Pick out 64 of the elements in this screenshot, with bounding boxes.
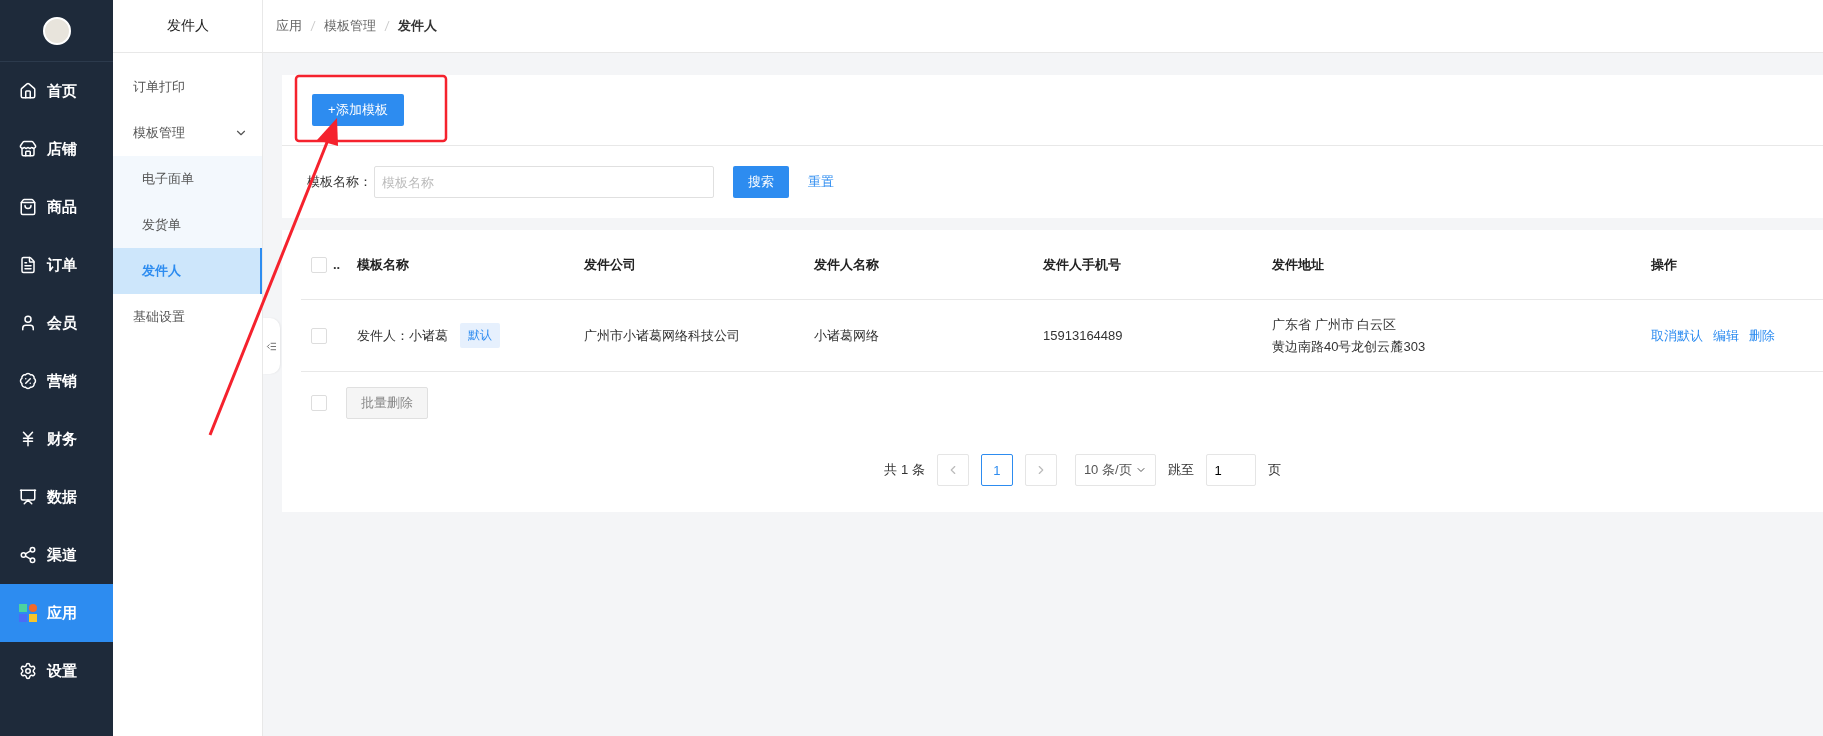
submenu-title: 发件人 xyxy=(113,0,262,53)
action-link[interactable]: 删除 xyxy=(1749,326,1775,345)
column-header: 发件人手机号 xyxy=(1043,255,1122,274)
settings-icon xyxy=(19,662,37,680)
action-link[interactable]: 取消默认 xyxy=(1651,326,1703,345)
next-page-button[interactable] xyxy=(1024,454,1057,486)
share-icon xyxy=(19,546,37,564)
home-icon xyxy=(19,82,37,100)
table-cell-text: 15913164489 xyxy=(1043,328,1124,343)
row-checkbox[interactable] xyxy=(311,327,327,344)
nav-item[interactable]: 首页 xyxy=(0,62,113,120)
submenu-item[interactable]: 订单打印 xyxy=(113,64,262,110)
store-icon xyxy=(19,140,37,158)
column-header: 操作 xyxy=(1651,255,1678,274)
batch-checkbox[interactable] xyxy=(311,395,327,411)
total-count: 共 1 条 xyxy=(884,461,925,479)
breadcrumb-item[interactable]: 应用 xyxy=(276,17,302,35)
truncated-label: .. xyxy=(333,257,341,272)
user-icon xyxy=(19,314,37,332)
batch-delete-button[interactable]: 批量删除 xyxy=(346,387,428,419)
address-line: 广东省 广州市 白云区 xyxy=(1272,315,1398,334)
template-name-input[interactable]: 模板名称 xyxy=(374,166,714,198)
nav-item[interactable]: 财务 xyxy=(0,410,113,468)
discount-icon xyxy=(19,372,37,390)
column-header: 发件公司 xyxy=(584,255,637,274)
collapse-icon xyxy=(266,340,277,352)
select-all-checkbox[interactable] xyxy=(311,256,327,273)
nav-item[interactable]: 店铺 xyxy=(0,120,113,178)
submenu-item[interactable]: 基础设置 xyxy=(113,294,262,340)
address-line: 黄边南路40号龙创云麓303 xyxy=(1272,337,1427,356)
column-header: 发件人名称 xyxy=(814,255,880,274)
page-unit: 页 xyxy=(1267,461,1281,479)
nav-item[interactable]: 会员 xyxy=(0,294,113,352)
breadcrumb-item[interactable]: 模板管理 xyxy=(324,17,376,35)
column-header: 发件地址 xyxy=(1272,255,1325,274)
breadcrumb-separator-icon xyxy=(384,20,390,32)
jump-input[interactable]: 1 xyxy=(1205,454,1256,486)
reset-link[interactable]: 重置 xyxy=(808,173,834,191)
bag-icon xyxy=(19,198,37,216)
jump-label: 跳至 xyxy=(1167,461,1194,479)
logo xyxy=(42,16,71,45)
breadcrumb-item: 发件人 xyxy=(398,17,437,35)
collapse-handle[interactable] xyxy=(263,318,280,374)
nav-item[interactable]: 营销 xyxy=(0,352,113,410)
table-cell-text: 小诸葛网络 xyxy=(814,326,880,345)
apps-icon xyxy=(19,604,37,622)
nav-item[interactable]: 订单 xyxy=(0,236,113,294)
action-link[interactable]: 编辑 xyxy=(1713,326,1739,345)
nav-item[interactable]: 数据 xyxy=(0,468,113,526)
document-icon xyxy=(19,256,37,274)
submenu-group[interactable]: 模板管理 xyxy=(113,110,262,156)
table-cell-text: 广州市小诸葛网络科技公司 xyxy=(584,326,741,345)
page-size-select[interactable]: 10 条/页 xyxy=(1074,454,1156,486)
column-header: 模板名称 xyxy=(357,255,410,274)
nav-item[interactable]: 设置 xyxy=(0,642,113,700)
default-tag: 默认 xyxy=(460,323,500,348)
submenu-item[interactable]: 发货单 xyxy=(113,202,262,248)
breadcrumb-separator-icon xyxy=(310,20,316,32)
prev-page-button[interactable] xyxy=(936,454,969,486)
table-cell: 发件人：小诸葛 xyxy=(357,326,448,345)
nav-item[interactable]: 渠道 xyxy=(0,526,113,584)
nav-item[interactable]: 商品 xyxy=(0,178,113,236)
chart-icon xyxy=(19,488,37,506)
submenu-item[interactable]: 电子面单 xyxy=(113,156,262,202)
